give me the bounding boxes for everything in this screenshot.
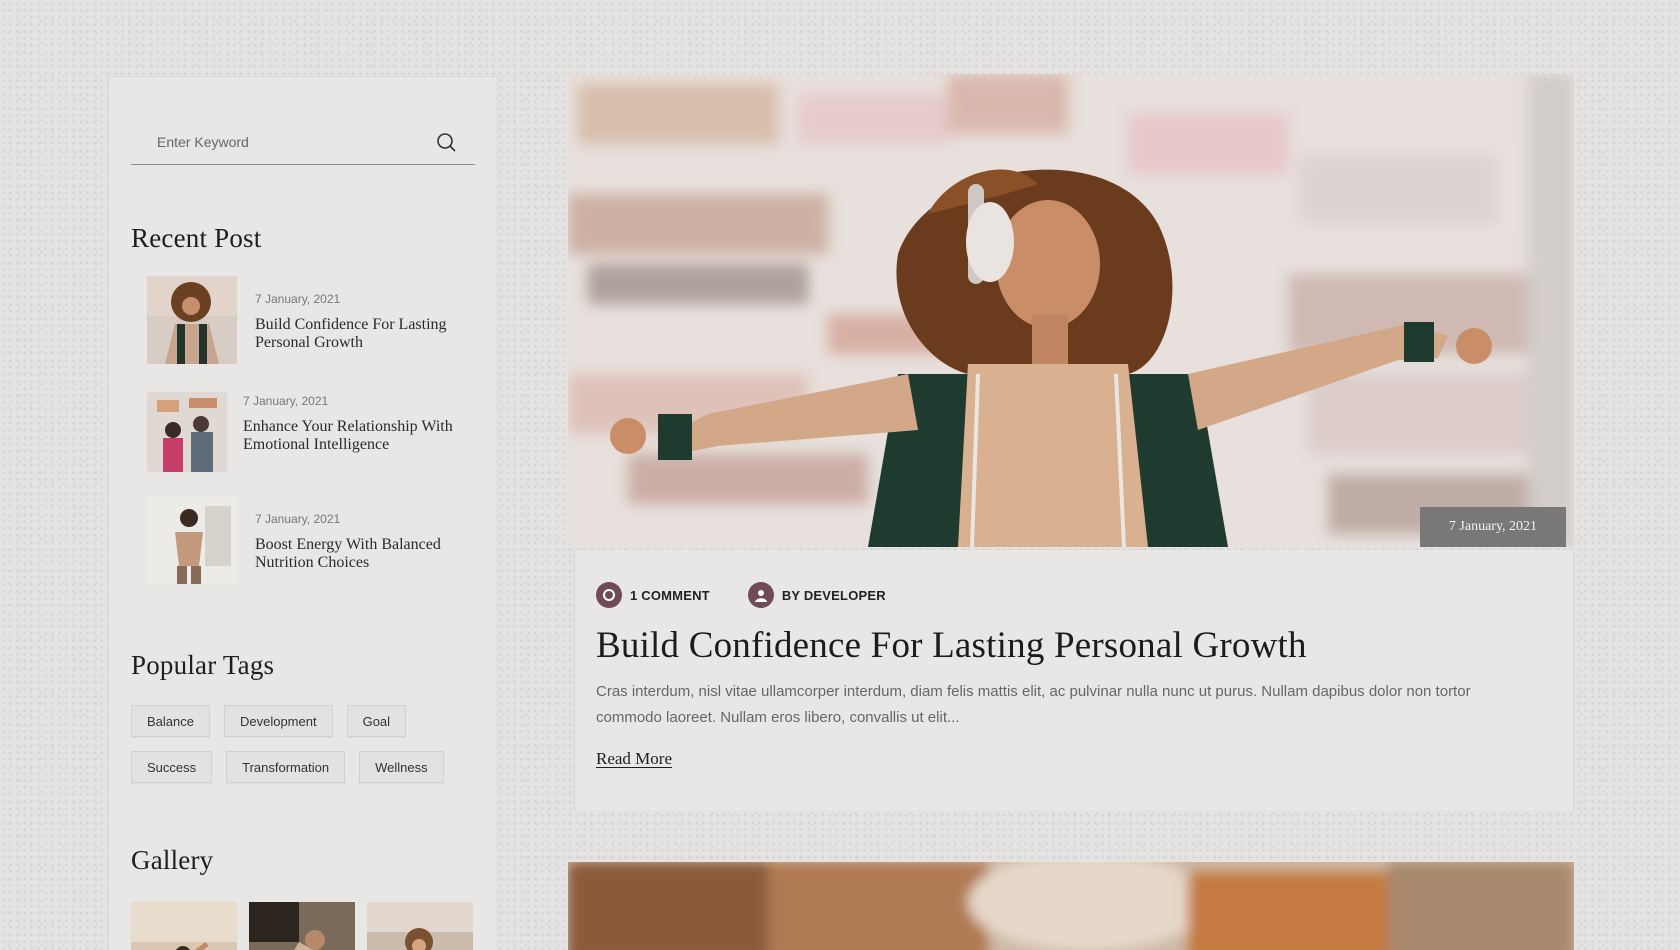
tag-goal[interactable]: Goal [346, 705, 407, 737]
gallery-grid [131, 902, 475, 950]
recent-post-list: 7 January, 2021 Build Confidence For Las… [131, 276, 475, 606]
post-featured-image[interactable]: 7 January, 2021 [568, 74, 1574, 547]
tag-wellness[interactable]: Wellness [359, 751, 444, 783]
gallery-image[interactable] [131, 902, 237, 950]
gallery-title: Gallery [131, 845, 214, 875]
search-box [131, 119, 475, 165]
search-icon[interactable] [435, 131, 457, 153]
recent-post-date: 7 January, 2021 [243, 394, 329, 408]
search-input[interactable] [157, 133, 417, 150]
list-item[interactable]: 7 January, 2021 Enhance Your Relationshi… [131, 386, 475, 496]
next-post-image[interactable] [568, 862, 1574, 950]
post-card: 1 COMMENT BY DEVELOPER Build Confidence … [574, 550, 1574, 810]
post-meta: 1 COMMENT BY DEVELOPER [596, 582, 1553, 608]
recent-post-thumbnail[interactable] [147, 496, 237, 584]
tag-success[interactable]: Success [131, 751, 213, 783]
tag-development[interactable]: Development [223, 705, 333, 737]
tag-cloud: Balance Development Goal Success Transfo… [131, 705, 481, 783]
popular-tags-title: Popular Tags [131, 650, 275, 680]
recent-post-date: 7 January, 2021 [255, 292, 341, 306]
comment-label: 1 COMMENT [630, 587, 710, 603]
post-date-badge: 7 January, 2021 [1420, 507, 1566, 547]
comment-count[interactable]: 1 COMMENT [596, 582, 710, 608]
list-item[interactable]: 7 January, 2021 Boost Energy With Balanc… [131, 496, 475, 606]
user-icon [747, 582, 774, 608]
post-author[interactable]: BY DEVELOPER [747, 582, 886, 608]
gallery-image[interactable] [367, 902, 473, 950]
recent-post-date: 7 January, 2021 [255, 512, 341, 526]
recent-post-link[interactable]: Boost Energy With Balanced Nutrition Cho… [255, 536, 475, 572]
tag-balance[interactable]: Balance [131, 705, 210, 737]
author-label: BY DEVELOPER [781, 587, 886, 603]
recent-post-thumbnail[interactable] [147, 392, 227, 472]
recent-post-link[interactable]: Enhance Your Relationship With Emotional… [243, 418, 463, 454]
recent-post-link[interactable]: Build Confidence For Lasting Personal Gr… [255, 316, 475, 352]
comment-icon [596, 582, 622, 608]
tag-transformation[interactable]: Transformation [226, 751, 346, 783]
post-excerpt: Cras interdum, nisl vitae ullamcorper in… [596, 683, 1471, 726]
recent-post-title: Recent Post [131, 223, 262, 253]
sidebar: Recent Post 7 January, 2021 Build Confid… [108, 76, 498, 950]
read-more-link[interactable]: Read More [596, 749, 672, 769]
gallery-image[interactable] [249, 902, 355, 950]
post-title[interactable]: Build Confidence For Lasting Personal Gr… [596, 624, 1553, 667]
recent-post-thumbnail[interactable] [147, 276, 237, 364]
list-item[interactable]: 7 January, 2021 Build Confidence For Las… [131, 276, 475, 386]
